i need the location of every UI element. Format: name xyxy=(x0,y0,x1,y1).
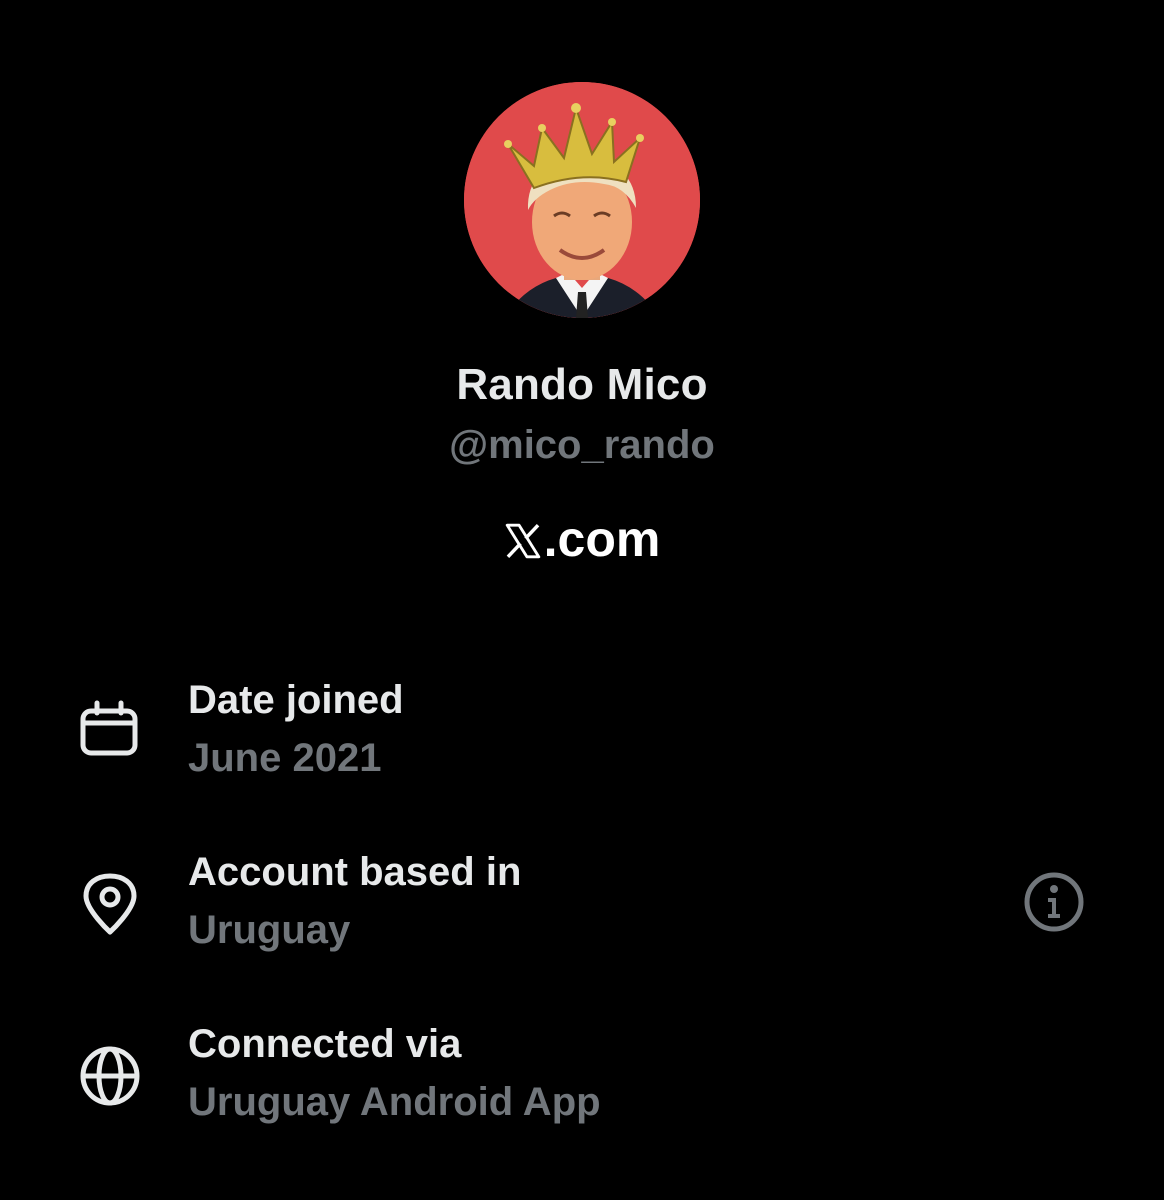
location-pin-icon xyxy=(83,873,137,935)
brand-domain: .com xyxy=(0,510,1164,568)
profile-avatar[interactable] xyxy=(464,82,700,318)
calendar-icon xyxy=(80,700,138,756)
account-location-info-button[interactable] xyxy=(1022,870,1086,934)
date-joined-label: Date joined xyxy=(188,678,404,722)
about-item-account-based-in: Account based in Uruguay xyxy=(0,850,1164,960)
info-icon xyxy=(1024,872,1084,932)
avatar-image xyxy=(464,82,700,318)
globe-icon xyxy=(80,1046,140,1106)
about-item-date-joined: Date joined June 2021 xyxy=(0,678,1164,788)
x-logo-icon xyxy=(505,523,540,559)
username-handle[interactable]: @mico_rando xyxy=(0,423,1164,468)
display-name: Rando Mico xyxy=(456,360,708,409)
connected-via-value: Uruguay Android App xyxy=(188,1080,601,1124)
connected-via-label: Connected via xyxy=(188,1022,462,1066)
account-based-in-value: Uruguay xyxy=(188,908,351,952)
account-based-in-label: Account based in xyxy=(188,850,522,894)
about-item-connected-via: Connected via Uruguay Android App xyxy=(0,1022,1164,1132)
brand-domain-text: .com xyxy=(543,511,661,567)
date-joined-value: June 2021 xyxy=(188,736,382,780)
